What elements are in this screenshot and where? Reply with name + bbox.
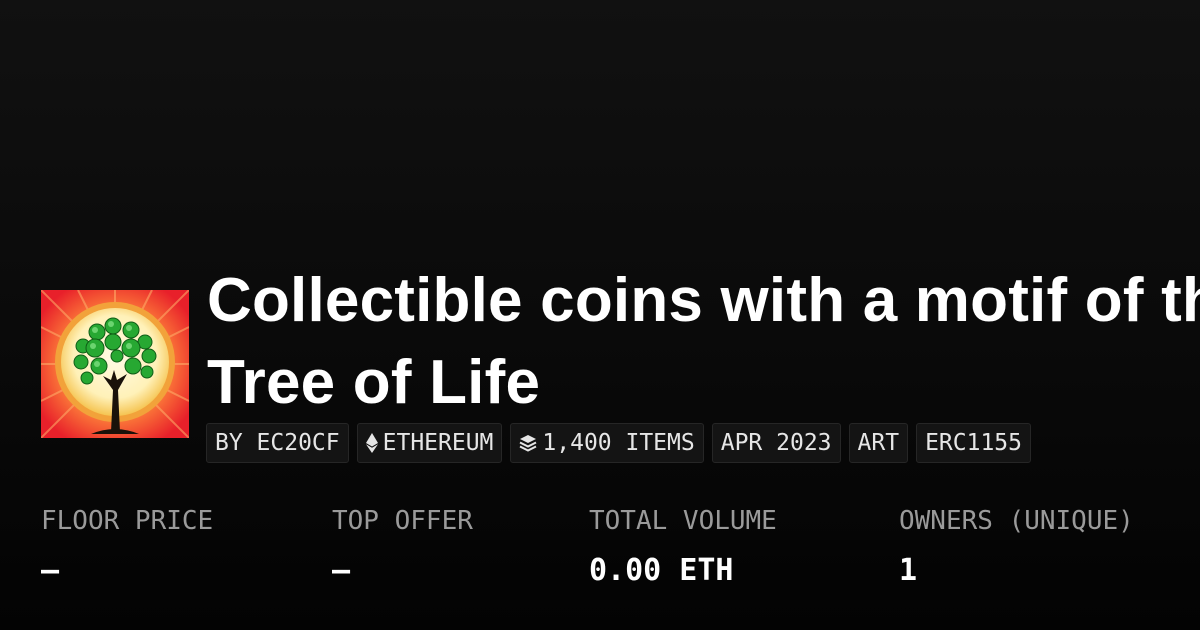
- standard-tag: ERC1155: [916, 423, 1031, 463]
- total-volume-value: 0.00 ETH: [589, 553, 734, 588]
- floor-price-stat: FLOOR PRICE –: [41, 503, 213, 589]
- collection-title-line-1: Collectible coins with a motif of the: [207, 266, 1200, 335]
- ethereum-icon: [365, 433, 378, 453]
- creator-tag[interactable]: BY EC20CF: [206, 423, 349, 463]
- floor-price-label: FLOOR PRICE: [41, 506, 214, 536]
- chain-tag[interactable]: ETHEREUM: [356, 423, 503, 463]
- total-volume-label: TOTAL VOLUME: [589, 506, 777, 536]
- date-tag: APR 2023: [711, 423, 841, 463]
- top-offer-stat: TOP OFFER –: [332, 503, 473, 589]
- collection-title-line-2: Tree of Life: [207, 348, 541, 417]
- owners-value: 1: [899, 553, 918, 588]
- standard-tag-label: ERC1155: [925, 430, 1022, 456]
- top-offer-label: TOP OFFER: [332, 506, 473, 536]
- collection-image: [41, 290, 189, 438]
- creator-tag-label: BY EC20CF: [215, 430, 340, 456]
- items-tag-label: 1,400 ITEMS: [542, 430, 695, 456]
- chain-tag-label: ETHEREUM: [382, 430, 494, 456]
- total-volume-stat: TOTAL VOLUME 0.00 ETH: [589, 503, 777, 589]
- floor-price-value: –: [41, 553, 60, 588]
- top-offer-value: –: [332, 553, 351, 588]
- items-tag[interactable]: 1,400 ITEMS: [510, 423, 704, 463]
- date-tag-label: APR 2023: [720, 430, 832, 456]
- owners-stat: OWNERS (UNIQUE) 1: [899, 503, 1134, 589]
- owners-label: OWNERS (UNIQUE): [899, 506, 1134, 536]
- collection-title: Collectible coins with a motif of the Tr…: [207, 260, 1200, 424]
- category-tag[interactable]: ART: [848, 423, 909, 463]
- layers-icon: [519, 435, 537, 452]
- category-tag-label: ART: [857, 430, 900, 456]
- collection-tags: BY EC20CF ETHEREUM 1,400 ITEMS APR 2023 …: [206, 423, 1031, 463]
